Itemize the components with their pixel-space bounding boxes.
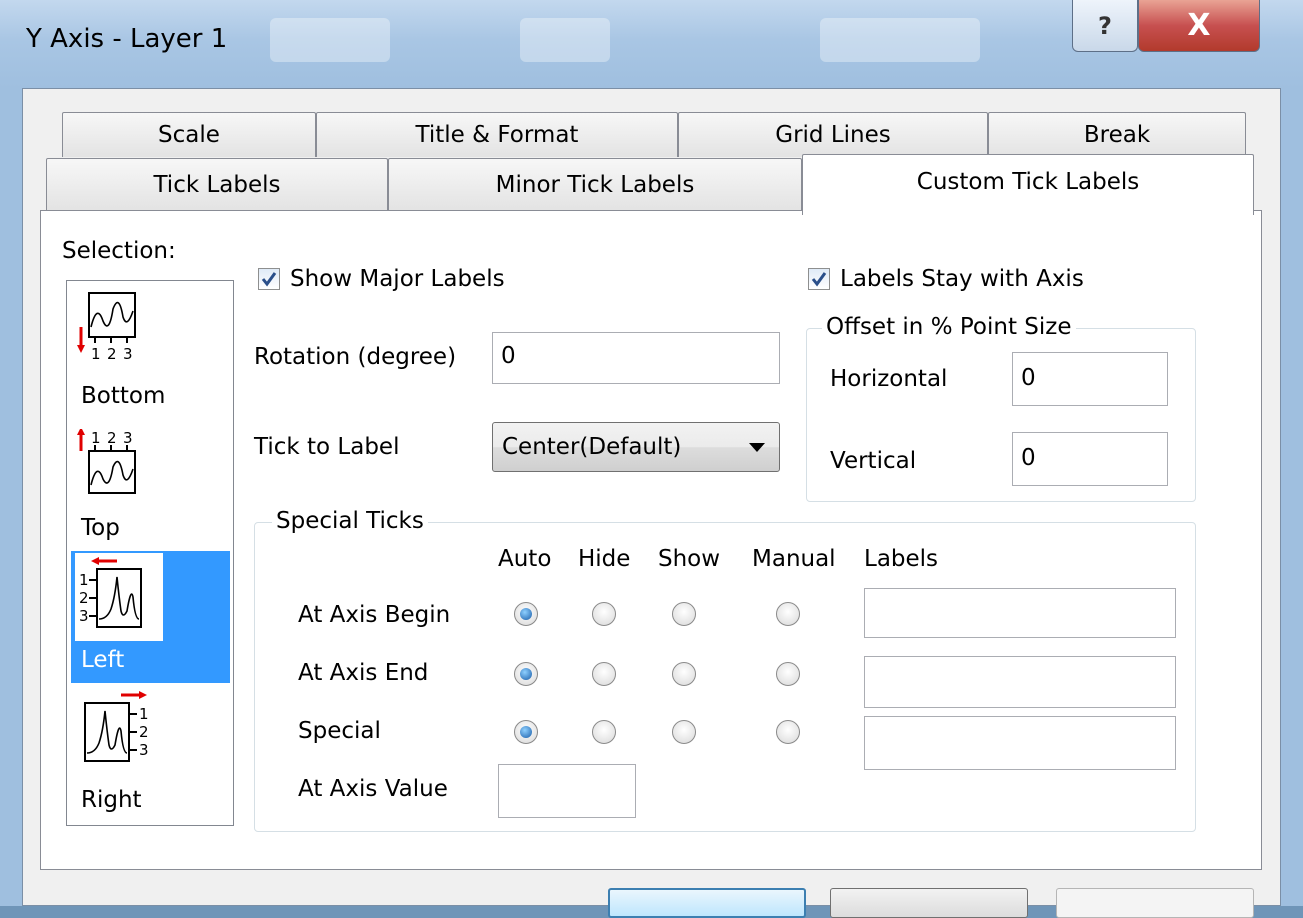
- tick-label: 1: [79, 571, 89, 589]
- column-header-labels: Labels: [864, 546, 939, 572]
- axis-value-label: At Axis Value: [298, 776, 448, 802]
- axis-end-labels-input[interactable]: [864, 656, 1176, 708]
- row-label-special: Special: [298, 718, 381, 744]
- axis-end-show-radio[interactable]: [672, 662, 696, 686]
- selection-item-bottom[interactable]: 1 2 3 Bottom: [71, 285, 230, 413]
- special-labels-input[interactable]: [864, 716, 1176, 770]
- tick-label: 3: [139, 741, 149, 759]
- tick-label: 3: [79, 607, 89, 625]
- horizontal-label: Horizontal: [830, 366, 948, 392]
- tick-to-label-label: Tick to Label: [254, 434, 400, 460]
- right-axis-icon: 1 2 3: [84, 691, 149, 762]
- axis-begin-hide-radio[interactable]: [592, 602, 616, 626]
- tick-label: 1: [91, 345, 101, 363]
- bottom-axis-icon: 1 2 3: [77, 292, 136, 363]
- rotation-input[interactable]: 0: [492, 332, 780, 384]
- selection-item-left[interactable]: 1 2 3 Left: [71, 551, 230, 683]
- tick-label: 2: [107, 345, 117, 363]
- axis-end-manual-radio[interactable]: [776, 662, 800, 686]
- column-header-manual: Manual: [752, 546, 836, 572]
- axis-value-input[interactable]: [498, 764, 636, 818]
- special-show-radio[interactable]: [672, 720, 696, 744]
- show-major-labels-label: Show Major Labels: [290, 266, 505, 292]
- tick-label: 2: [139, 723, 149, 741]
- vertical-label: Vertical: [830, 448, 917, 474]
- horizontal-offset-input[interactable]: 0: [1012, 352, 1168, 406]
- row-label-axis-end: At Axis End: [298, 660, 429, 686]
- axis-end-hide-radio[interactable]: [592, 662, 616, 686]
- axis-begin-show-radio[interactable]: [672, 602, 696, 626]
- tick-label: 2: [107, 429, 117, 447]
- rotation-label: Rotation (degree): [254, 344, 457, 370]
- special-auto-radio[interactable]: [514, 720, 538, 744]
- vertical-offset-input[interactable]: 0: [1012, 432, 1168, 486]
- checkmark-icon: [261, 272, 277, 287]
- tick-label: 3: [123, 429, 133, 447]
- selection-item-right[interactable]: 1 2 3 Right: [71, 689, 230, 823]
- axis-begin-manual-radio[interactable]: [776, 602, 800, 626]
- selection-item-label: Right: [81, 787, 142, 813]
- column-header-hide: Hide: [578, 546, 631, 572]
- special-hide-radio[interactable]: [592, 720, 616, 744]
- special-manual-radio[interactable]: [776, 720, 800, 744]
- axis-end-auto-radio[interactable]: [514, 662, 538, 686]
- dropdown-value: Center(Default): [502, 434, 682, 460]
- top-axis-icon: 1 2 3: [77, 429, 136, 494]
- dropdown-arrow-icon: [749, 443, 765, 452]
- axis-begin-labels-input[interactable]: [864, 588, 1176, 638]
- checkmark-icon: [811, 272, 827, 287]
- tick-label: 3: [123, 345, 133, 363]
- selection-item-top[interactable]: 1 2 3 Top: [71, 427, 230, 545]
- column-header-auto: Auto: [498, 546, 552, 572]
- selection-item-label: Top: [81, 515, 120, 541]
- column-header-show: Show: [658, 546, 721, 572]
- tick-label: 1: [91, 429, 101, 447]
- special-ticks-title: Special Ticks: [272, 508, 428, 534]
- labels-stay-with-axis-label: Labels Stay with Axis: [840, 266, 1084, 292]
- labels-stay-with-axis-checkbox[interactable]: [808, 268, 830, 290]
- show-major-labels-checkbox[interactable]: [258, 268, 280, 290]
- tick-label: 1: [139, 705, 149, 723]
- selection-list[interactable]: 1 2 3 Bottom 1 2 3 Top 1 2 3 Left 1 2 3 …: [66, 280, 234, 826]
- tick-label: 2: [79, 589, 89, 607]
- row-label-axis-begin: At Axis Begin: [298, 602, 451, 628]
- selection-label: Selection:: [62, 238, 176, 264]
- tick-to-label-dropdown[interactable]: Center(Default): [492, 422, 780, 472]
- left-axis-icon: 1 2 3: [79, 557, 142, 628]
- selection-item-label: Bottom: [81, 383, 166, 409]
- axis-begin-auto-radio[interactable]: [514, 602, 538, 626]
- offset-group-title: Offset in % Point Size: [822, 314, 1076, 340]
- selection-item-label: Left: [81, 647, 125, 673]
- panel-content: Selection: 1 2 3 Bottom 1 2 3 Top 1 2 3 …: [0, 0, 1303, 906]
